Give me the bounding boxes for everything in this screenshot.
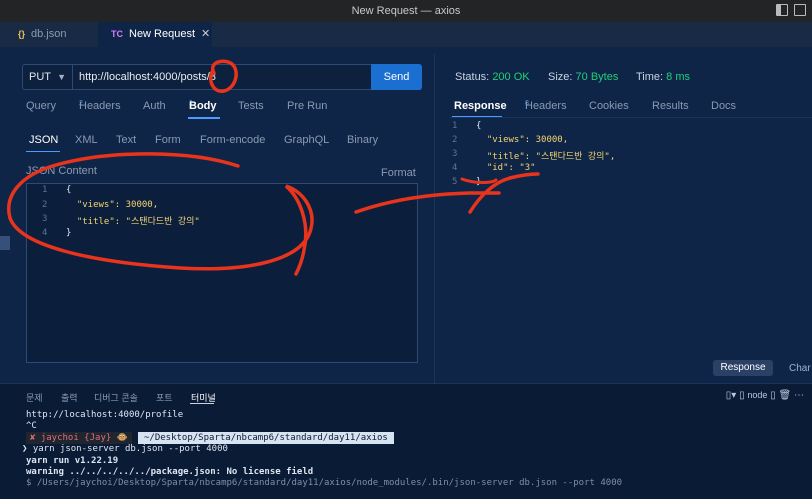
tab-docs[interactable]: Docs [711,100,736,112]
terminal-toolbar: ▯▾ ▯ node ▯ 🗑 ⋯ [726,390,804,401]
tab-debug-console[interactable]: 디버그 콘솔 [94,391,138,404]
response-line: "id": "3" [476,163,536,173]
method-value: PUT [29,71,51,83]
format-button[interactable]: Format [381,167,416,179]
trash-icon[interactable]: 🗑 [779,390,792,401]
split-terminal-icon[interactable]: ▯▾ [726,390,737,401]
split-icon[interactable]: ▯ [770,390,776,401]
format-xml[interactable]: XML [75,134,98,146]
terminal-name[interactable]: node [747,390,767,400]
chevron-down-icon: ▼ [57,72,66,82]
tab-cookies[interactable]: Cookies [589,100,629,112]
window-title: New Request — axios [351,5,461,17]
line-number: 3 [42,214,48,224]
line-number: 4 [42,228,48,238]
method-select[interactable]: PUT ▼ [23,65,73,89]
line-number: 2 [452,135,458,145]
tab-label: New Request [129,28,196,40]
format-text[interactable]: Text [116,134,136,146]
tab-output[interactable]: 출력 [61,391,78,404]
response-line: } [476,177,482,187]
line-number: 1 [452,121,458,131]
format-form-encode[interactable]: Form-encode [200,134,265,146]
toggle-sidebar-icon[interactable] [776,4,788,16]
more-icon[interactable]: ⋯ [794,390,804,401]
editor-tabbar: {} db.json TC New Request ✕ [0,22,812,47]
format-json[interactable]: JSON [29,134,58,146]
response-line: { [476,121,482,131]
json-editor[interactable] [26,183,418,363]
request-bar: PUT ▼ http://localhost:4000/posts/3 Send [22,64,422,90]
json-content-label: JSON Content [26,165,97,177]
url-input[interactable]: http://localhost:4000/posts/3 [79,65,216,89]
format-binary[interactable]: Binary [347,134,378,146]
code-line: } [66,228,72,238]
json-file-icon: {} [18,29,26,39]
terminal-line: yarn run v1.22.19 [26,456,119,466]
tab-ports[interactable]: 포트 [156,391,173,404]
tab-response-headers[interactable]: Headers 8 [525,100,567,113]
response-status: Status: 200 OK [455,71,530,83]
tab-problems[interactable]: 문제 [26,391,43,404]
prompt-path: ~/Desktop/Sparta/nbcamp6/standard/day11/… [138,432,394,444]
active-tab-indicator [188,117,220,119]
node-terminal-icon[interactable]: ▯ [739,390,745,401]
code-line: { [66,185,72,195]
pane-divider[interactable] [434,54,435,383]
window-titlebar: New Request — axios [0,0,812,22]
terminal-tab-indicator [190,403,214,404]
sidebar-scroll-marker [0,236,10,250]
tab-db-json[interactable]: {} db.json [0,22,96,47]
tab-new-request[interactable]: TC New Request ✕ [98,22,212,47]
response-line: "views": 30000, [476,135,569,145]
line-number: 1 [42,185,48,195]
tab-body[interactable]: Body 1 [189,100,217,113]
tab-label: db.json [31,28,67,40]
active-format-indicator [26,151,60,152]
line-number: 2 [42,200,48,210]
response-view-button[interactable]: Response [713,360,773,376]
response-size: Size: 70 Bytes [548,71,619,83]
line-number: 3 [452,149,458,159]
close-icon[interactable]: ✕ [201,28,210,40]
terminal-line: ^C [26,421,37,431]
prompt-user: ✘ jaychoi {Jay} 🐵 [26,432,132,444]
line-number: 4 [452,163,458,173]
send-button[interactable]: Send [371,64,422,90]
format-form[interactable]: Form [155,134,181,146]
terminal-line: warning ../../../../../package.json: No … [26,467,314,477]
window-controls [776,4,806,16]
toggle-panel-icon[interactable] [794,4,806,16]
status-badge: 200 OK [492,71,530,83]
tab-results[interactable]: Results [652,100,689,112]
tab-headers[interactable]: Headers 2 [79,100,121,113]
tab-response[interactable]: Response [454,100,507,112]
response-line: "title": "스탠다드반 강의", [476,152,616,162]
terminal-command: ❯ yarn json-server db.json --port 4000 [22,444,228,454]
response-divider [450,117,812,118]
chart-view-button[interactable]: Char [789,363,811,374]
line-number: 5 [452,177,458,187]
thunder-client-icon: TC [111,29,123,39]
format-graphql[interactable]: GraphQL [284,134,329,146]
response-time: Time: 8 ms [636,71,690,83]
terminal-line: $ /Users/jaychoi/Desktop/Sparta/nbcamp6/… [26,478,623,488]
code-line: "title": "스탠다드반 강의" [66,217,200,227]
code-line: "views": 30000, [66,200,159,210]
terminal-line: http://localhost:4000/profile [26,410,184,420]
